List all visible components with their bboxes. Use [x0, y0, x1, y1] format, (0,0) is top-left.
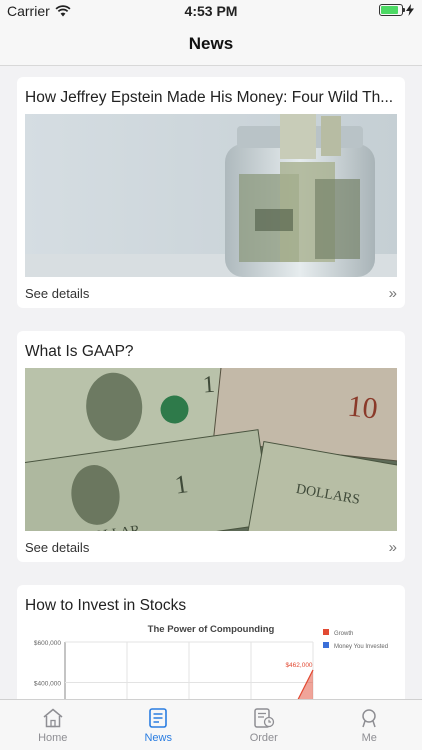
- chart-annotation: $462,000: [285, 662, 312, 669]
- battery-level: [381, 6, 398, 14]
- battery-icon: [379, 4, 405, 16]
- chart-legend-label: Growth: [334, 631, 353, 637]
- chart-y-tick-label: $400,000: [34, 681, 61, 688]
- tab-home[interactable]: Home: [0, 700, 106, 750]
- article-title[interactable]: How to Invest in Stocks: [25, 597, 397, 615]
- order-icon[interactable]: [253, 708, 275, 728]
- navigation-bar: News: [0, 22, 422, 66]
- page-title: News: [188, 34, 234, 53]
- chart-legend-swatch: [323, 642, 329, 648]
- see-details-link[interactable]: See details: [25, 286, 89, 301]
- article-title[interactable]: How Jeffrey Epstein Made His Money: Four…: [25, 89, 397, 107]
- chart-legend-swatch: [323, 629, 329, 635]
- article-footer[interactable]: See details »: [25, 285, 397, 302]
- home-icon[interactable]: [42, 708, 64, 728]
- news-card[interactable]: How to Invest in Stocks The Power of Com…: [17, 585, 405, 699]
- chevron-right-double-icon[interactable]: »: [389, 539, 397, 556]
- news-card[interactable]: What Is GAAP? 1 10 1 ONE DOL: [17, 331, 405, 562]
- tab-me[interactable]: Me: [317, 700, 422, 750]
- tab-label-me: Me: [361, 732, 377, 744]
- chevron-right-double-icon[interactable]: »: [389, 285, 397, 302]
- tab-news[interactable]: News: [106, 700, 212, 750]
- charging-bolt-icon: [406, 4, 414, 16]
- money-jar-image[interactable]: [25, 114, 397, 277]
- news-card[interactable]: How Jeffrey Epstein Made His Money: Four…: [17, 77, 405, 308]
- article-title[interactable]: What Is GAAP?: [25, 343, 397, 361]
- dollar-bills-illustration: 1 10 1 ONE DOLLAR DOLLARS: [25, 368, 397, 531]
- tab-label-order: Order: [249, 732, 278, 744]
- compounding-chart-image[interactable]: The Power of Compounding $600,000 $400,00…: [25, 619, 397, 699]
- status-right: [379, 4, 414, 16]
- tab-label-home: Home: [38, 732, 68, 744]
- tab-order[interactable]: Order: [211, 700, 317, 750]
- status-bar: Carrier 4:53 PM: [0, 0, 422, 22]
- money-jar-illustration: [25, 114, 397, 277]
- svg-text:1: 1: [202, 372, 216, 399]
- chart-legend-label: Money You Invested: [334, 644, 388, 650]
- chart-title: The Power of Compounding: [148, 624, 275, 635]
- news-feed[interactable]: How Jeffrey Epstein Made His Money: Four…: [0, 66, 422, 699]
- tab-label-news: News: [144, 732, 172, 744]
- dollar-bills-image[interactable]: 1 10 1 ONE DOLLAR DOLLARS: [25, 368, 397, 531]
- see-details-link[interactable]: See details: [25, 540, 89, 555]
- svg-text:10: 10: [346, 390, 379, 426]
- me-icon[interactable]: [358, 708, 380, 728]
- clock: 4:53 PM: [184, 3, 238, 19]
- news-icon[interactable]: [147, 708, 169, 728]
- tab-bar: Home News Order Me: [0, 699, 422, 750]
- chart-y-tick-label: $600,000: [34, 640, 61, 647]
- article-footer[interactable]: See details »: [25, 539, 397, 556]
- compounding-chart: The Power of Compounding $600,000 $400,00…: [25, 619, 397, 699]
